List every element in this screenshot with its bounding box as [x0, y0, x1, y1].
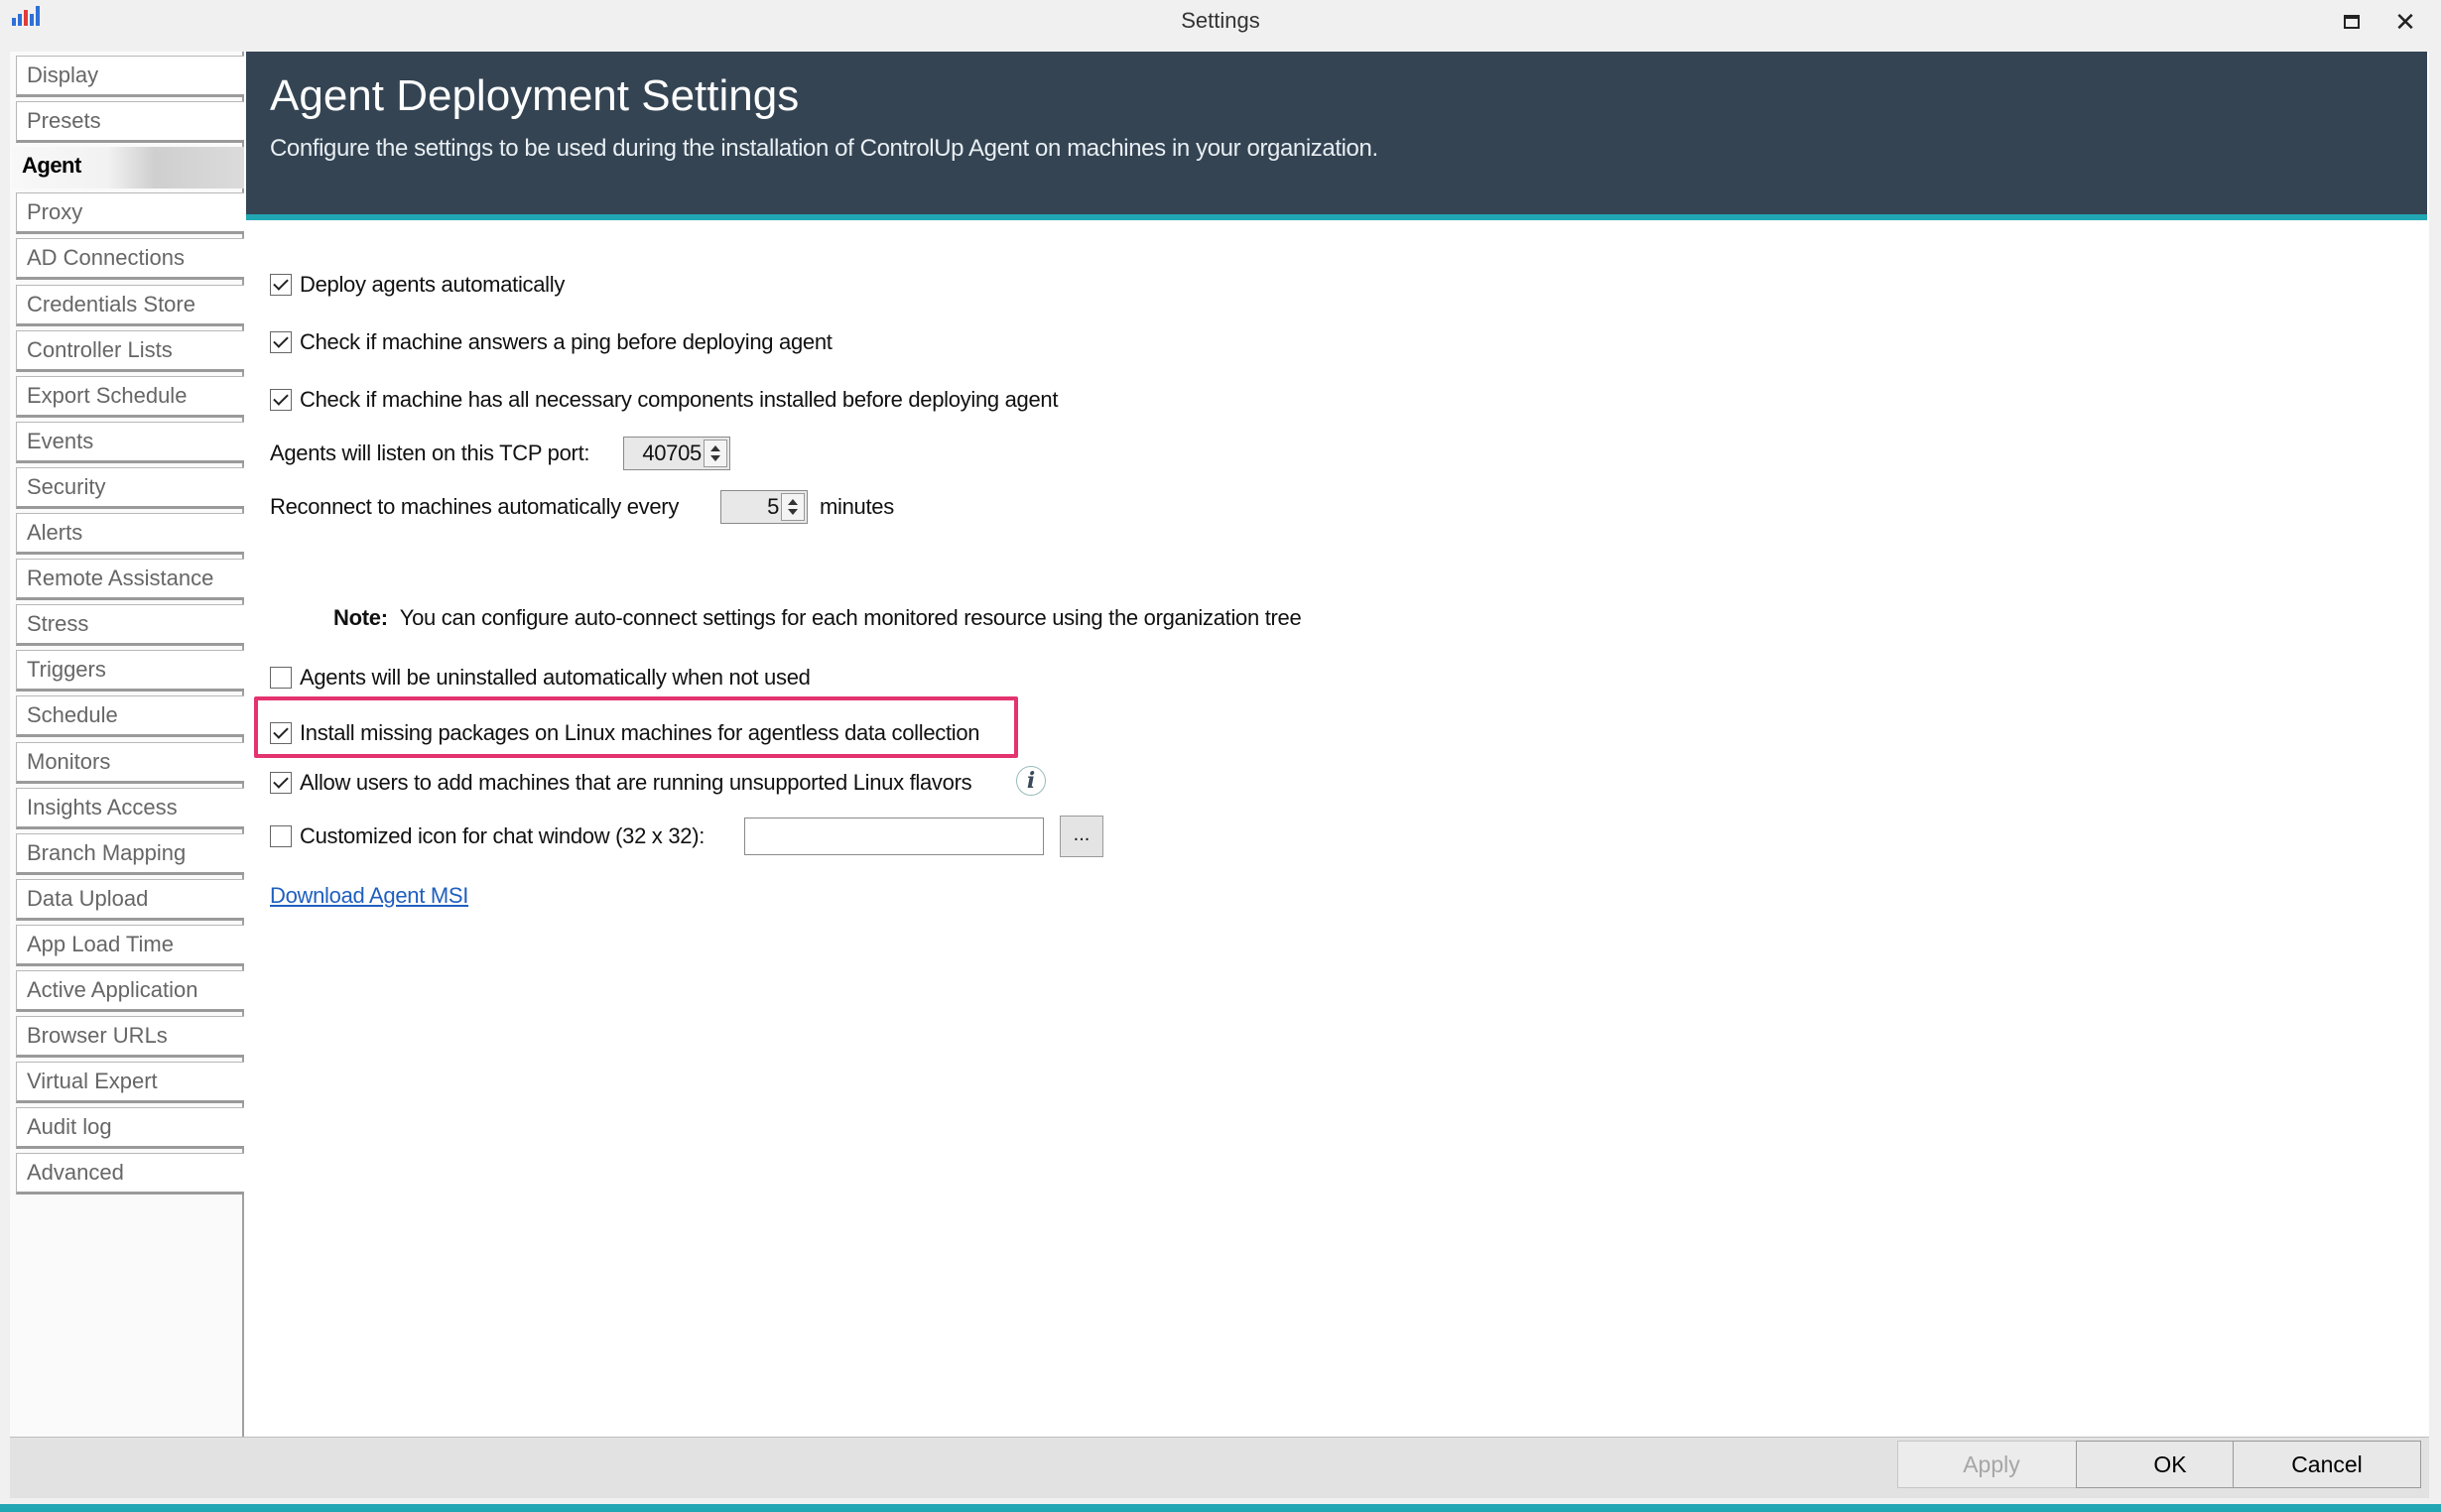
deploy-auto-row[interactable]: Deploy agents automatically	[270, 272, 565, 298]
cancel-label: Cancel	[2291, 1451, 2363, 1477]
sidebar-item-credentials-store[interactable]: Credentials Store	[16, 285, 250, 326]
sidebar-item-display[interactable]: Display	[16, 56, 250, 97]
uninstall-auto-checkbox[interactable]	[270, 667, 292, 689]
linux-flavors-label: Allow users to add machines that are run…	[300, 770, 972, 795]
title-bar: Settings ✕	[0, 0, 2441, 44]
page-title: Agent Deployment Settings	[270, 71, 800, 120]
deploy-auto-label: Deploy agents automatically	[300, 272, 566, 297]
window-title: Settings	[1181, 8, 1260, 33]
reconnect-unit: minutes	[820, 494, 894, 519]
deploy-auto-checkbox[interactable]	[270, 274, 292, 296]
chat-icon-row[interactable]: Customized icon for chat window (32 x 32…	[270, 823, 705, 849]
sidebar-item-stress[interactable]: Stress	[16, 604, 250, 646]
note-row: Note: You can configure auto-connect sett…	[333, 605, 1302, 631]
maximize-icon	[2344, 15, 2360, 29]
sidebar-item-schedule[interactable]: Schedule	[16, 695, 250, 737]
sidebar-item-audit-log[interactable]: Audit log	[16, 1107, 250, 1149]
uninstall-auto-row[interactable]: Agents will be uninstalled automatically…	[270, 665, 811, 691]
note-text: You can configure auto-connect settings …	[399, 605, 1302, 630]
highlight-box	[254, 696, 1018, 758]
sidebar-item-active-application[interactable]: Active Application	[16, 970, 250, 1012]
close-icon: ✕	[2394, 7, 2416, 37]
apply-button[interactable]: Apply	[1897, 1441, 2086, 1488]
sidebar-item-insights-access[interactable]: Insights Access	[16, 788, 250, 829]
browse-button[interactable]: ...	[1060, 816, 1103, 857]
ok-label: OK	[2153, 1451, 2187, 1477]
sidebar-item-data-upload[interactable]: Data Upload	[16, 879, 250, 921]
sidebar-item-alerts[interactable]: Alerts	[16, 513, 250, 555]
spin-arrows-icon[interactable]	[704, 440, 727, 467]
download-agent-msi-link[interactable]: Download Agent MSI	[270, 883, 468, 909]
reconnect-stepper[interactable]: 5	[720, 490, 808, 524]
sidebar-item-agent[interactable]: Agent	[12, 147, 250, 189]
sidebar-item-triggers[interactable]: Triggers	[16, 650, 250, 692]
sidebar-item-browser-urls[interactable]: Browser URLs	[16, 1016, 250, 1058]
sidebar-item-app-load-time[interactable]: App Load Time	[16, 925, 250, 966]
sidebar-item-security[interactable]: Security	[16, 467, 250, 509]
spin-arrows-icon[interactable]	[781, 493, 805, 521]
tcp-port-stepper[interactable]: 40705	[623, 437, 730, 470]
accent-strip	[0, 1504, 2441, 1512]
chat-icon-checkbox[interactable]	[270, 825, 292, 847]
sidebar-item-events[interactable]: Events	[16, 422, 250, 463]
note-label: Note:	[333, 605, 388, 630]
sidebar-item-virtual-expert[interactable]: Virtual Expert	[16, 1062, 250, 1103]
close-button[interactable]: ✕	[2385, 6, 2425, 38]
sidebar-item-advanced[interactable]: Advanced	[16, 1153, 250, 1195]
sidebar-item-controller-lists[interactable]: Controller Lists	[16, 330, 250, 372]
reconnect-label: Reconnect to machines automatically ever…	[270, 494, 680, 519]
settings-sidebar: Display Presets Agent Proxy AD Connections Cr…	[10, 52, 250, 1437]
components-check-label: Check if machine has all necessary compo…	[300, 387, 1059, 412]
components-check-checkbox[interactable]	[270, 389, 292, 411]
components-check-row[interactable]: Check if machine has all necessary compo…	[270, 387, 1058, 413]
sidebar-item-ad-connections[interactable]: AD Connections	[16, 238, 250, 280]
reconnect-value: 5	[767, 494, 779, 519]
page-subtitle: Configure the settings to be used during…	[270, 135, 1378, 162]
chat-icon-label: Customized icon for chat window (32 x 32…	[300, 823, 706, 848]
uninstall-auto-label: Agents will be uninstalled automatically…	[300, 665, 811, 690]
ping-check-checkbox[interactable]	[270, 331, 292, 353]
tcp-port-value: 40705	[642, 441, 702, 465]
main-panel: Agent Deployment Settings Configure the …	[244, 52, 2429, 1437]
sidebar-item-branch-mapping[interactable]: Branch Mapping	[16, 833, 250, 875]
page-header: Agent Deployment Settings Configure the …	[246, 52, 2427, 220]
cancel-button[interactable]: Cancel	[2233, 1441, 2421, 1488]
info-icon[interactable]: i	[1016, 766, 1046, 796]
linux-flavors-row[interactable]: Allow users to add machines that are run…	[270, 770, 972, 796]
chat-icon-path-input[interactable]	[744, 818, 1044, 855]
sidebar-item-remote-assistance[interactable]: Remote Assistance	[16, 559, 250, 600]
sidebar-item-proxy[interactable]: Proxy	[16, 192, 250, 234]
reconnect-row: Reconnect to machines automatically ever…	[270, 490, 894, 524]
ping-check-row[interactable]: Check if machine answers a ping before d…	[270, 329, 833, 355]
maximize-button[interactable]	[2332, 6, 2372, 38]
tcp-port-label: Agents will listen on this TCP port:	[270, 441, 590, 465]
apply-label: Apply	[1963, 1451, 2020, 1477]
ping-check-label: Check if machine answers a ping before d…	[300, 329, 833, 354]
linux-flavors-checkbox[interactable]	[270, 772, 292, 794]
sidebar-item-presets[interactable]: Presets	[16, 101, 250, 143]
sidebar-item-export-schedule[interactable]: Export Schedule	[16, 376, 250, 418]
sidebar-item-monitors[interactable]: Monitors	[16, 742, 250, 784]
tcp-port-row: Agents will listen on this TCP port: 4070…	[270, 437, 730, 470]
